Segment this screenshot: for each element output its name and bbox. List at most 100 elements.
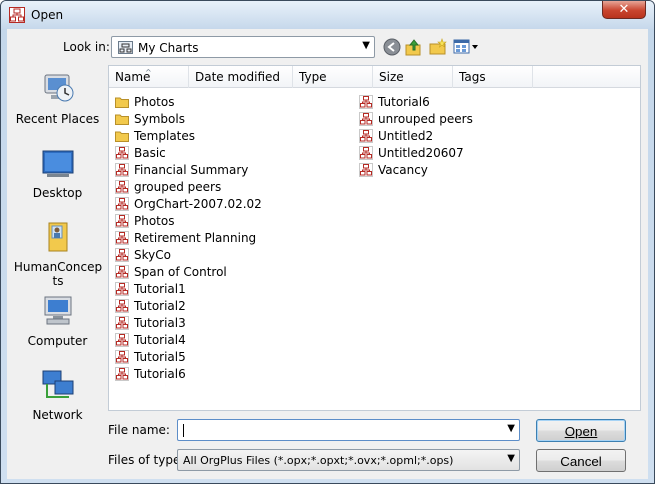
org-chart-file-icon bbox=[115, 367, 129, 381]
place-network[interactable]: Network bbox=[7, 369, 108, 422]
file-list-item[interactable]: Span of Control bbox=[113, 264, 262, 281]
file-list-item[interactable]: Retirement Planning bbox=[113, 230, 262, 247]
file-name: Tutorial4 bbox=[134, 333, 186, 347]
column-header-tags[interactable]: Tags bbox=[453, 66, 533, 88]
file-name: OrgChart-2007.02.02 bbox=[134, 197, 262, 211]
org-chart-file-icon bbox=[115, 265, 129, 279]
file-list-item[interactable]: Tutorial6 bbox=[357, 94, 473, 111]
org-chart-file-icon bbox=[115, 214, 129, 228]
file-list-item[interactable]: Tutorial5 bbox=[113, 349, 262, 366]
file-name: Tutorial6 bbox=[378, 95, 430, 109]
open-button[interactable]: Open bbox=[536, 419, 626, 442]
file-name: Symbols bbox=[134, 112, 185, 126]
file-list-item[interactable]: SkyCo bbox=[113, 247, 262, 264]
org-chart-file-icon bbox=[115, 231, 129, 245]
file-list-item[interactable]: Tutorial6 bbox=[113, 366, 262, 383]
chevron-down-icon[interactable]: ▼ bbox=[507, 453, 515, 464]
org-chart-file-icon bbox=[115, 146, 129, 160]
org-chart-file-icon bbox=[359, 112, 373, 126]
file-list-item[interactable]: Vacancy bbox=[357, 162, 473, 179]
column-header-date-modified[interactable]: Date modified bbox=[189, 66, 293, 88]
place-recent-places[interactable]: Recent Places bbox=[7, 73, 108, 126]
lookin-label: Look in: bbox=[63, 40, 110, 54]
computer-icon bbox=[44, 296, 71, 325]
org-chart-file-icon bbox=[115, 197, 129, 211]
file-column-2: Tutorial6 unrouped peers Untitled2 Untitled… bbox=[357, 94, 473, 179]
file-name: Tutorial1 bbox=[134, 282, 186, 296]
file-list-item[interactable]: Symbols bbox=[113, 111, 262, 128]
place-label: Computer bbox=[27, 334, 88, 348]
org-chart-file-icon bbox=[359, 163, 373, 177]
folder-icon bbox=[115, 114, 129, 125]
file-list-item[interactable]: OrgChart-2007.02.02 bbox=[113, 196, 262, 213]
org-chart-file-icon bbox=[115, 350, 129, 364]
file-list-item[interactable]: Basic bbox=[113, 145, 262, 162]
column-header-row: ^ Name Date modified Type Size Tags bbox=[109, 66, 640, 88]
filetype-label: Files of type: bbox=[108, 453, 185, 467]
file-list-item[interactable]: Templates bbox=[113, 128, 262, 145]
folder-icon bbox=[115, 97, 129, 108]
sort-ascending-icon: ^ bbox=[145, 68, 152, 77]
views-menu-icon[interactable] bbox=[453, 38, 479, 56]
app-icon bbox=[9, 7, 25, 23]
up-folder-icon[interactable] bbox=[405, 38, 423, 56]
org-chart-file-icon bbox=[359, 95, 373, 109]
file-list-item[interactable]: Untitled2 bbox=[357, 128, 473, 145]
cancel-button[interactable]: Cancel bbox=[536, 449, 626, 472]
file-list-item[interactable]: Tutorial1 bbox=[113, 281, 262, 298]
file-name: Templates bbox=[134, 129, 196, 143]
column-header-name[interactable]: ^ Name bbox=[109, 66, 189, 88]
back-arrow-icon[interactable] bbox=[383, 38, 401, 56]
open-dialog: Open ✕ Look in: My Charts ▼ Recent Place… bbox=[0, 0, 655, 484]
file-list-item[interactable]: grouped peers bbox=[113, 179, 262, 196]
chevron-down-icon[interactable]: ▼ bbox=[362, 40, 370, 51]
column-header-size[interactable]: Size bbox=[373, 66, 453, 88]
places-bar: Recent Places Desktop HumanConcepts Comp… bbox=[7, 65, 108, 422]
file-list-item[interactable]: Tutorial3 bbox=[113, 315, 262, 332]
file-name: Financial Summary bbox=[134, 163, 249, 177]
file-list-item[interactable]: Financial Summary bbox=[113, 162, 262, 179]
place-desktop[interactable]: Desktop bbox=[7, 147, 108, 200]
file-list[interactable]: ^ Name Date modified Type Size Tags Phot… bbox=[108, 65, 641, 411]
place-label: Desktop bbox=[32, 186, 83, 200]
filetype-dropdown[interactable]: All OrgPlus Files (*.opx;*.opxt;*.ovx;*.… bbox=[177, 449, 520, 471]
org-chart-file-icon bbox=[115, 316, 129, 330]
file-name: SkyCo bbox=[134, 248, 171, 262]
chevron-down-icon[interactable]: ▼ bbox=[507, 423, 515, 434]
filename-input[interactable]: ▼ bbox=[177, 419, 520, 441]
file-list-item[interactable]: Photos bbox=[113, 94, 262, 111]
file-list-item[interactable]: Tutorial2 bbox=[113, 298, 262, 315]
charts-folder-icon bbox=[118, 41, 133, 54]
place-label: HumanConcepts bbox=[13, 260, 103, 288]
user-folder-icon bbox=[48, 222, 67, 252]
file-list-item[interactable]: Untitled20607 bbox=[357, 145, 473, 162]
place-label: Recent Places bbox=[15, 112, 100, 126]
file-list-item[interactable]: Tutorial4 bbox=[113, 332, 262, 349]
filetype-value: All OrgPlus Files (*.opx;*.opxt;*.ovx;*.… bbox=[183, 454, 454, 467]
network-icon bbox=[42, 370, 73, 398]
file-column-1: Photos Symbols Templates Basic Financial Sum… bbox=[113, 94, 262, 383]
title-bar[interactable]: Open ✕ bbox=[1, 1, 654, 29]
file-name: grouped peers bbox=[134, 180, 222, 194]
file-name: Untitled2 bbox=[378, 129, 434, 143]
org-chart-file-icon bbox=[115, 248, 129, 262]
org-chart-file-icon bbox=[359, 146, 373, 160]
folder-icon bbox=[115, 131, 129, 142]
file-name: Basic bbox=[134, 146, 166, 160]
close-button[interactable]: ✕ bbox=[602, 1, 646, 19]
column-header-type[interactable]: Type bbox=[293, 66, 373, 88]
file-list-item[interactable]: Photos bbox=[113, 213, 262, 230]
lookin-dropdown[interactable]: My Charts ▼ bbox=[111, 36, 375, 58]
desktop-icon bbox=[42, 150, 73, 177]
file-name: Tutorial2 bbox=[134, 299, 186, 313]
place-label: Network bbox=[32, 408, 83, 422]
org-chart-file-icon bbox=[115, 163, 129, 177]
place-humanconcepts[interactable]: HumanConcepts bbox=[7, 221, 108, 288]
place-computer[interactable]: Computer bbox=[7, 295, 108, 348]
new-folder-icon[interactable] bbox=[429, 38, 447, 56]
file-name: Span of Control bbox=[134, 265, 227, 279]
file-name: Tutorial3 bbox=[134, 316, 186, 330]
dialog-client: Look in: My Charts ▼ Recent Places Deskt… bbox=[7, 29, 648, 479]
lookin-value: My Charts bbox=[138, 41, 199, 55]
file-list-item[interactable]: unrouped peers bbox=[357, 111, 473, 128]
